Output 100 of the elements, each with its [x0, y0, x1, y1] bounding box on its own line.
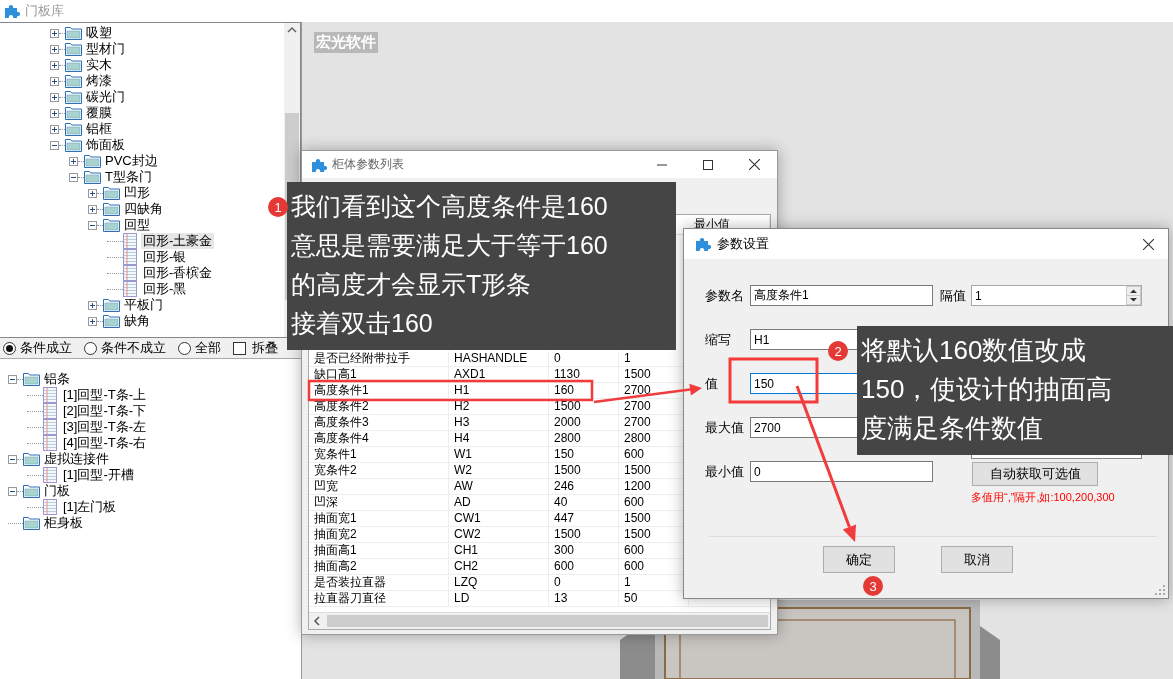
tree-item[interactable]: 铝条 [42, 371, 72, 387]
tree-item[interactable]: [1]左门板 [61, 499, 119, 515]
cancel-button[interactable]: 取消 [941, 546, 1013, 573]
field-label: 缩写 [705, 330, 732, 349]
expand-toggle[interactable] [50, 60, 59, 70]
collapse-toggle[interactable] [50, 140, 59, 150]
table-cell: 抽面高1 [309, 543, 449, 558]
table-cell: H2 [449, 399, 549, 414]
document-icon [123, 249, 137, 265]
expand-toggle[interactable] [88, 316, 97, 326]
tree-item[interactable]: 饰面板 [84, 137, 127, 153]
tree-item[interactable]: 回形-银 [141, 249, 189, 265]
tree-item[interactable]: 回型 [122, 217, 152, 233]
tree-item[interactable]: 虚拟连接件 [42, 451, 111, 467]
tree-item[interactable]: 烤漆 [84, 73, 114, 89]
option-label[interactable]: 条件成立 [20, 339, 72, 357]
expand-toggle[interactable] [50, 124, 59, 134]
table-cell: 宽条件2 [309, 463, 449, 478]
table-cell: 凹深 [309, 495, 449, 510]
tree-item[interactable]: [2]回型-T条-下 [61, 403, 149, 419]
field-label: 值 [705, 374, 719, 393]
table-cell: 凹宽 [309, 479, 449, 494]
expand-toggle[interactable] [50, 28, 59, 38]
resize-grip-icon[interactable] [1155, 585, 1165, 595]
field-label: 最大值 [705, 418, 745, 437]
scrollbar[interactable] [309, 612, 770, 629]
tree-item[interactable]: 吸塑 [84, 25, 114, 41]
tree-item[interactable]: 四缺角 [122, 201, 165, 217]
tree-item[interactable]: [1]回型-T条-上 [61, 387, 149, 403]
expand-toggle[interactable] [50, 76, 59, 86]
tree-item[interactable]: 缺角 [122, 313, 152, 329]
table-cell: 2000 [549, 415, 619, 430]
table-cell: CW2 [449, 527, 549, 542]
document-icon [43, 387, 57, 403]
close-icon[interactable] [748, 159, 760, 170]
dialog-title: 参数设置 [717, 235, 770, 253]
collapse-toggle[interactable] [8, 486, 17, 496]
table-cell: H4 [449, 431, 549, 446]
table-cell: W1 [449, 447, 549, 462]
table-cell: CW1 [449, 511, 549, 526]
auto-fetch-button[interactable]: 自动获取可选值 [972, 462, 1098, 486]
tree-item[interactable]: PVC封边 [103, 153, 160, 169]
folder-icon [65, 74, 82, 88]
table-cell: 40 [549, 495, 619, 510]
tree-item[interactable]: 回形-土豪金 [141, 233, 215, 249]
tree-item[interactable]: [3]回型-T条-左 [61, 419, 149, 435]
option-label[interactable]: 拆叠 [252, 339, 278, 357]
option-label[interactable]: 全部 [195, 339, 221, 357]
callout-text: 接着双击160 [291, 308, 434, 339]
spin-arrows-icon[interactable] [1126, 286, 1141, 305]
tree-item[interactable]: 凹形 [122, 185, 152, 201]
radio-button[interactable] [84, 341, 97, 355]
radio-button[interactable] [178, 341, 191, 355]
tree-item[interactable]: 实木 [84, 57, 114, 73]
collapse-toggle[interactable] [88, 220, 97, 230]
tree-item[interactable]: [4]回型-T条-右 [61, 435, 149, 451]
tree-item[interactable]: 覆膜 [84, 105, 114, 121]
input-field[interactable]: 高度条件1 [750, 285, 933, 306]
folder-icon [65, 26, 82, 40]
table-cell: 缺口高1 [309, 367, 449, 382]
spin-field[interactable]: 1 [971, 285, 1142, 306]
ok-button[interactable]: 确定 [823, 546, 895, 573]
expand-toggle[interactable] [88, 300, 97, 310]
folder-icon [65, 42, 82, 56]
document-icon [43, 403, 57, 419]
tree-item[interactable]: 铝框 [84, 121, 114, 137]
table-cell: 宽条件1 [309, 447, 449, 462]
input-field[interactable]: 0 [750, 461, 933, 482]
tree-item[interactable]: 平板门 [122, 297, 165, 313]
table-cell: W2 [449, 463, 549, 478]
expand-toggle[interactable] [88, 204, 97, 214]
tree-item[interactable]: 型材门 [84, 41, 127, 57]
expand-toggle[interactable] [88, 188, 97, 198]
document-icon [123, 265, 137, 281]
tree-item[interactable]: T型条门 [103, 169, 154, 185]
checkbox[interactable] [233, 341, 246, 355]
expand-toggle[interactable] [69, 156, 78, 166]
tree-item[interactable]: [1]回型-开槽 [61, 467, 136, 483]
tree-item[interactable]: 门板 [42, 483, 72, 499]
expand-toggle[interactable] [50, 44, 59, 54]
table-cell: 2800 [549, 431, 619, 446]
table-cell: 300 [549, 543, 619, 558]
table-cell: 600 [549, 559, 619, 574]
tree-item[interactable]: 碳光门 [84, 89, 127, 105]
expand-toggle[interactable] [50, 108, 59, 118]
tree-item[interactable]: 回形-黑 [141, 281, 189, 297]
folder-icon [103, 314, 120, 328]
collapse-toggle[interactable] [8, 374, 17, 384]
spin-input[interactable]: 1 [972, 288, 1126, 303]
folder-icon [84, 170, 101, 184]
table-cell: HASHANDLE [449, 351, 549, 366]
collapse-toggle[interactable] [69, 172, 78, 182]
radio-button[interactable] [3, 341, 16, 355]
maximize-icon[interactable] [703, 159, 713, 170]
tree-item[interactable]: 柜身板 [42, 515, 85, 531]
expand-toggle[interactable] [50, 92, 59, 102]
collapse-toggle[interactable] [8, 454, 17, 464]
tree-item[interactable]: 回形-香槟金 [141, 265, 215, 281]
close-icon[interactable] [1142, 238, 1154, 250]
option-label[interactable]: 条件不成立 [101, 339, 166, 357]
